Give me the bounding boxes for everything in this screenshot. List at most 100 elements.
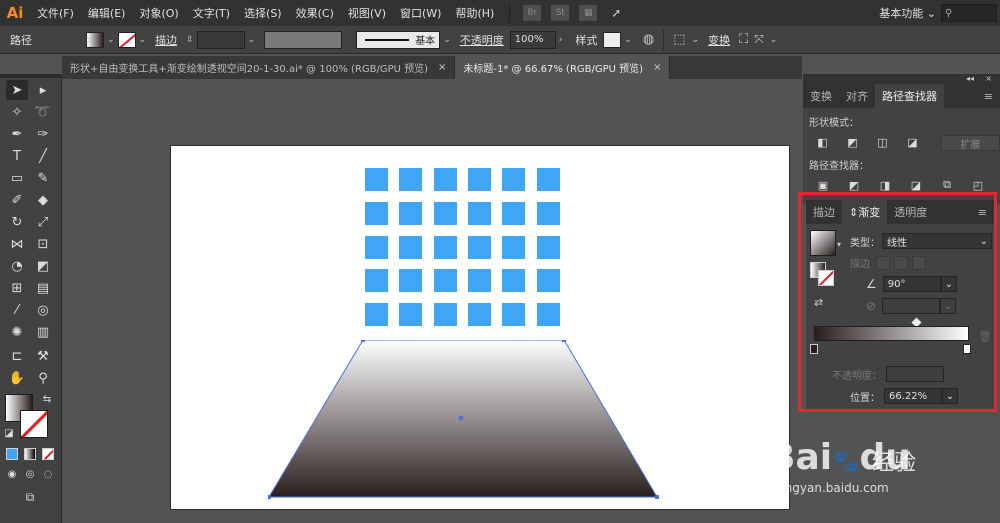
intersect-icon[interactable]: ◫ [873, 135, 892, 149]
menu-file[interactable]: 文件(F) [30, 5, 81, 21]
paintbrush-tool-icon[interactable]: ✎ [32, 168, 54, 188]
stroke-weight-dropdown-icon[interactable]: ⌄ [248, 35, 256, 45]
type-tool-icon[interactable]: T [6, 146, 28, 166]
blue-square[interactable] [502, 269, 526, 293]
swap-fill-stroke-icon[interactable]: ⇆ [40, 392, 54, 406]
blue-square[interactable] [467, 168, 491, 191]
gradient-mode-icon[interactable] [24, 448, 36, 460]
workspace-switcher[interactable]: 基本功能 ⌄ [879, 5, 936, 21]
blue-square[interactable] [365, 269, 388, 293]
more-dropdown-icon[interactable]: ⌄ [770, 35, 778, 45]
anchor-point[interactable] [562, 340, 566, 342]
menu-help[interactable]: 帮助(H) [448, 5, 501, 21]
blue-square[interactable] [536, 269, 560, 293]
minus-back-icon[interactable]: ◰ [968, 178, 988, 192]
blue-square[interactable] [399, 269, 423, 293]
blue-square[interactable] [433, 303, 457, 327]
draw-behind-icon[interactable]: ◎ [22, 466, 38, 482]
tab-pathfinder[interactable]: 路径查找器 [875, 84, 944, 108]
direct-selection-tool-icon[interactable]: ▸ [32, 80, 54, 100]
recolor-icon[interactable]: ◍ [643, 32, 654, 47]
menu-window[interactable]: 窗口(W) [393, 5, 448, 21]
close-icon[interactable]: × [438, 62, 446, 73]
perspective-grid-tool-icon[interactable]: ◩ [32, 256, 54, 276]
tab-align[interactable]: 对齐 [839, 84, 875, 108]
exclude-icon[interactable]: ◪ [903, 135, 922, 149]
eyedropper-tool-icon[interactable]: ⁄ [6, 300, 28, 320]
blue-square[interactable] [433, 269, 457, 293]
slice-tool-icon[interactable]: ⚒ [32, 346, 54, 366]
blue-square[interactable] [536, 168, 560, 191]
free-transform-tool-icon[interactable]: ⊡ [32, 234, 54, 254]
lasso-tool-icon[interactable]: ➰ [32, 102, 54, 122]
stock-icon[interactable]: St [551, 5, 570, 21]
collapse-panels-icon[interactable]: ◂◂ [966, 74, 974, 83]
scale-tool-icon[interactable]: ⤢ [32, 212, 54, 232]
rotate-tool-icon[interactable]: ↻ [6, 212, 28, 232]
selection-tool-icon[interactable]: ➤ [6, 80, 28, 100]
menu-view[interactable]: 视图(V) [341, 5, 393, 21]
minus-front-icon[interactable]: ◩ [843, 135, 862, 149]
crop-icon[interactable]: ◪ [906, 178, 926, 192]
blue-square[interactable] [433, 201, 457, 225]
blue-square[interactable] [365, 168, 388, 191]
stroke-label[interactable]: 描边 [155, 32, 177, 48]
trim-icon[interactable]: ◩ [844, 178, 864, 192]
draw-normal-icon[interactable]: ◉ [4, 466, 20, 482]
menu-effect[interactable]: 效果(C) [289, 5, 341, 21]
blue-square[interactable] [536, 201, 560, 225]
anchor-point[interactable] [361, 340, 365, 342]
anchor-point[interactable] [655, 495, 659, 499]
brush-dropdown-icon[interactable]: ⌄ [443, 35, 451, 45]
stroke-dropdown-icon[interactable]: ⌄ [139, 35, 147, 45]
outline-icon[interactable]: ⧉ [937, 178, 957, 192]
blue-square[interactable] [502, 168, 526, 191]
search-input[interactable]: ⚲ [941, 4, 997, 22]
gradient-trapezoid[interactable] [268, 340, 660, 502]
transform-label[interactable]: 变换 [708, 32, 730, 48]
mesh-tool-icon[interactable]: ⊞ [6, 278, 28, 298]
align-dropdown-icon[interactable]: ⌄ [692, 35, 700, 45]
blue-square[interactable] [365, 235, 388, 259]
stroke-weight-field[interactable] [196, 30, 245, 49]
brush-profile-select[interactable]: 基本 [356, 30, 441, 49]
menu-edit[interactable]: 编辑(E) [81, 5, 133, 21]
blue-square[interactable] [399, 303, 423, 327]
hand-tool-icon[interactable]: ✋ [6, 368, 28, 388]
blue-square[interactable] [433, 235, 457, 259]
menu-object[interactable]: 对象(O) [132, 5, 185, 21]
divide-icon[interactable]: ▣ [813, 178, 833, 192]
transform-reference-icon[interactable]: ⛶ [739, 32, 748, 47]
tab-transform[interactable]: 变换 [803, 84, 839, 108]
zoom-tool-icon[interactable]: ⚲ [32, 368, 54, 388]
blue-square[interactable] [399, 235, 423, 259]
width-tool-icon[interactable]: ⋈ [6, 234, 28, 254]
opacity-arrow-icon[interactable]: › [559, 35, 563, 45]
none-mode-icon[interactable] [42, 448, 54, 460]
opacity-field[interactable]: 100% [509, 30, 556, 49]
draw-inside-icon[interactable]: ◌ [40, 466, 56, 482]
isolate-icon[interactable]: ⤧ [754, 32, 764, 47]
curvature-tool-icon[interactable]: ✑ [32, 124, 54, 144]
document-tab-2[interactable]: 未标题-1* @ 66.67% (RGB/GPU 预览) × [455, 56, 671, 79]
blue-square[interactable] [399, 168, 423, 191]
stroke-color-box[interactable] [20, 410, 48, 438]
blue-square[interactable] [433, 168, 457, 191]
symbol-sprayer-tool-icon[interactable]: ✺ [6, 322, 28, 342]
menu-type[interactable]: 文字(T) [186, 5, 237, 21]
shape-builder-tool-icon[interactable]: ◔ [6, 256, 28, 276]
line-tool-icon[interactable]: ╱ [32, 146, 54, 166]
screen-mode-icon[interactable]: ⧉ [18, 488, 42, 506]
blue-square[interactable] [536, 303, 560, 327]
blue-square[interactable] [467, 235, 491, 259]
fill-dropdown-icon[interactable]: ⌄ [107, 35, 115, 45]
blue-square[interactable] [467, 303, 491, 327]
blue-square[interactable] [502, 235, 526, 259]
align-icon[interactable]: ⬚ [673, 32, 685, 47]
rectangle-tool-icon[interactable]: ▭ [6, 168, 28, 188]
blend-tool-icon[interactable]: ◎ [32, 300, 54, 320]
send-icon[interactable]: ➚ [607, 5, 625, 21]
menu-select[interactable]: 选择(S) [237, 5, 289, 21]
merge-icon[interactable]: ◨ [875, 178, 895, 192]
eraser-tool-icon[interactable]: ◆ [32, 190, 54, 210]
